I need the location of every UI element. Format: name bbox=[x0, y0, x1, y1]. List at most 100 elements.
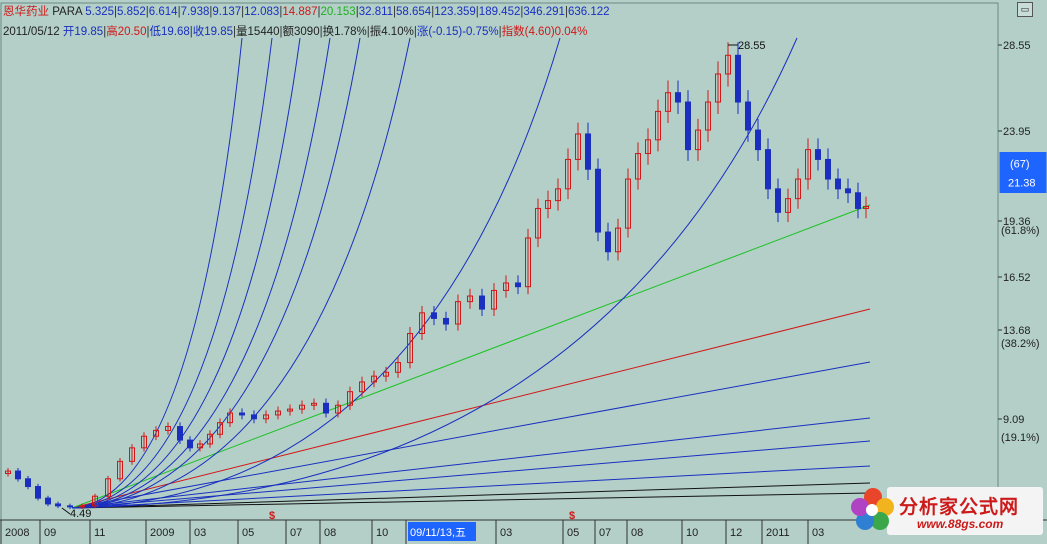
candle-body bbox=[323, 402, 329, 414]
x-tick-label: 07 bbox=[290, 527, 302, 539]
ohlc-value: 19.85 bbox=[74, 26, 104, 38]
candle-body bbox=[835, 178, 841, 190]
candle-body bbox=[443, 317, 449, 325]
candle bbox=[725, 42, 731, 87]
fib-pct-label: (19.1%) bbox=[1001, 432, 1040, 444]
candle bbox=[55, 501, 61, 509]
event-marker-icon: $ bbox=[269, 510, 275, 522]
candle bbox=[299, 400, 305, 414]
candle bbox=[635, 142, 641, 190]
candle bbox=[371, 370, 377, 388]
ohlc-value: 3090 bbox=[294, 26, 320, 38]
candle-body bbox=[735, 54, 741, 103]
x-tick-label: 09 bbox=[44, 527, 56, 539]
ohlc-item: 振4.10% bbox=[370, 26, 414, 38]
chart-frame bbox=[0, 2, 1047, 521]
candle bbox=[655, 99, 661, 152]
candle bbox=[443, 311, 449, 331]
candle bbox=[705, 90, 711, 142]
candle bbox=[715, 61, 721, 114]
candle-body bbox=[515, 282, 521, 288]
site-logo: 分析家公式网 www.88gs.com bbox=[847, 483, 1044, 538]
current-box-top: (67) bbox=[1010, 159, 1030, 171]
low-leader bbox=[61, 507, 71, 515]
candle bbox=[795, 168, 801, 209]
candle-body bbox=[675, 92, 681, 103]
x-tick-label: 2009 bbox=[150, 527, 174, 539]
candle bbox=[535, 198, 541, 248]
x-tick-label: 10 bbox=[686, 527, 698, 539]
candle bbox=[515, 275, 521, 295]
candle bbox=[695, 118, 701, 161]
gann-curve bbox=[71, 37, 331, 509]
candle-body bbox=[431, 312, 437, 319]
candle-body bbox=[815, 149, 821, 160]
indicator-value: 636.122 bbox=[567, 6, 610, 18]
ohlc-value: 15440 bbox=[247, 26, 280, 38]
candle-body bbox=[585, 133, 591, 170]
candle bbox=[565, 148, 571, 200]
candle-body bbox=[239, 412, 245, 416]
indicator-value: 5.325 bbox=[85, 6, 115, 18]
ohlc-label: 收 bbox=[192, 26, 205, 38]
candle-body bbox=[15, 470, 21, 480]
candle bbox=[323, 398, 329, 418]
candle-body bbox=[45, 497, 51, 505]
restore-window-button[interactable]: ▭ bbox=[1017, 2, 1033, 17]
candle bbox=[755, 118, 761, 161]
candle bbox=[525, 228, 531, 295]
x-tick-label: 03 bbox=[194, 527, 206, 539]
ohlc-value: (-0.15)-0.75% bbox=[428, 26, 499, 38]
ohlc-values: 开19.85|高20.50|低19.68|收19.85|量15440|额3090… bbox=[63, 26, 587, 38]
indicator-value: 14.887 bbox=[282, 6, 318, 18]
candle-body bbox=[685, 101, 691, 151]
indicator-values: 5.325|5.852|6.614|7.938|9.137|12.083|14.… bbox=[85, 6, 609, 18]
candle bbox=[575, 122, 581, 171]
fib-pct-label: (61.8%) bbox=[1001, 225, 1040, 237]
x-tick-label: 2008 bbox=[5, 527, 29, 539]
candle bbox=[455, 294, 461, 331]
candlestick-series bbox=[5, 42, 869, 510]
candle bbox=[129, 444, 135, 465]
candle bbox=[855, 182, 861, 219]
candle-body bbox=[595, 168, 601, 233]
candle bbox=[805, 138, 811, 190]
y-tick-label: 13.68 bbox=[1003, 325, 1031, 337]
ohlc-value: 20.50 bbox=[117, 26, 147, 38]
gann-curve bbox=[71, 37, 243, 509]
indicator-value: 9.137 bbox=[212, 6, 242, 18]
candle bbox=[735, 42, 741, 114]
candle bbox=[335, 400, 341, 418]
ohlc-item: 额3090 bbox=[283, 26, 320, 38]
y-tick-label: 23.95 bbox=[1003, 126, 1031, 138]
ohlc-header: 2011/05/12 开19.85|高20.50|低19.68|收19.85|量… bbox=[3, 23, 587, 39]
candle bbox=[585, 122, 591, 181]
ohlc-item: 指数(4.60)0.04% bbox=[502, 26, 588, 38]
x-tick-label: 08 bbox=[631, 527, 643, 539]
candle bbox=[383, 366, 389, 382]
candle bbox=[359, 376, 365, 397]
ohlc-value: 19.68 bbox=[160, 26, 190, 38]
candle bbox=[117, 458, 123, 482]
candle bbox=[45, 495, 51, 507]
price-chart[interactable]: 28.5523.9519.3616.5213.689.09(61.8%)(38.… bbox=[0, 0, 1047, 544]
candle-body bbox=[67, 505, 73, 508]
fan-line bbox=[71, 440, 871, 509]
current-box-value: 21.38 bbox=[1008, 178, 1036, 190]
candle bbox=[685, 90, 691, 161]
ohlc-label: 高 bbox=[106, 26, 118, 38]
indicator-value: 123.359 bbox=[434, 6, 476, 18]
candle bbox=[287, 404, 293, 416]
candle bbox=[605, 222, 611, 261]
candle-body bbox=[55, 503, 61, 507]
candle-body bbox=[775, 188, 781, 213]
candle bbox=[239, 408, 245, 420]
ohlc-item: 低19.68 bbox=[149, 26, 189, 38]
candle bbox=[835, 168, 841, 200]
fan-line bbox=[71, 308, 871, 509]
candle-body bbox=[855, 192, 861, 209]
candle-body bbox=[25, 478, 31, 488]
flower-icon bbox=[851, 488, 894, 530]
candle bbox=[765, 138, 771, 200]
candle bbox=[675, 80, 681, 114]
